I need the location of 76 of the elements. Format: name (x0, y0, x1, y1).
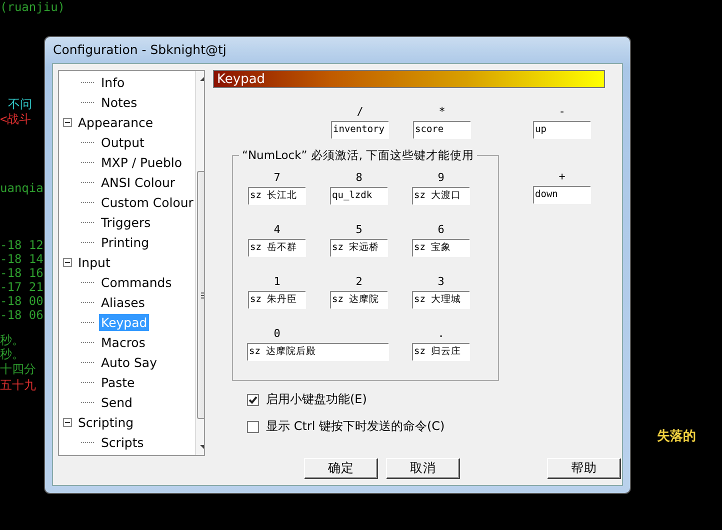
key-label: 3 (438, 274, 444, 290)
terminal-text: uanqia (0, 181, 44, 195)
key-label: 7 (274, 170, 280, 186)
command-field[interactable]: up (533, 121, 591, 139)
terminal-text: 五十九 (0, 377, 36, 394)
command-field[interactable]: sz 岳不群 (248, 239, 306, 257)
tree-item[interactable]: Auto Say (99, 354, 159, 370)
tree-item[interactable]: Commands (99, 274, 174, 290)
tree-item[interactable]: Info (99, 74, 127, 90)
collapse-icon[interactable] (63, 258, 72, 266)
command-field[interactable]: qu_lzdk (330, 187, 388, 205)
tree-item[interactable]: Printing (99, 234, 152, 250)
key-label: 0 (272, 326, 282, 342)
tree-item[interactable]: MXP / Pueblo (99, 154, 184, 170)
key-label: + (558, 169, 566, 185)
tree-item[interactable]: Paste (99, 374, 137, 390)
key-label: 2 (356, 274, 362, 290)
collapse-icon[interactable] (63, 418, 72, 426)
command-field[interactable]: sz 达摩院 (330, 291, 388, 309)
command-field[interactable]: sz 朱丹臣 (248, 291, 306, 309)
key-label: * (438, 104, 446, 120)
checkbox[interactable] (247, 394, 259, 406)
terminal-text: -17 21 (0, 280, 44, 294)
checkbox[interactable] (247, 420, 259, 432)
terminal-text: (ruanjiu) (0, 0, 66, 14)
command-field[interactable]: inventory (331, 121, 389, 139)
key-label: 1 (274, 274, 280, 290)
tree-item[interactable]: Scripts (99, 434, 146, 450)
window-title: Configuration - Sbknight@tj (52, 41, 228, 59)
terminal-text: -18 00 (0, 294, 44, 308)
terminal-text: 十四分 (0, 361, 36, 378)
tree-item[interactable]: ANSI Colour (99, 174, 178, 190)
tree-item[interactable]: Scripting (76, 414, 136, 430)
key-label: 4 (274, 222, 280, 238)
panel-header: Keypad (213, 70, 605, 88)
tree-item[interactable]: Macros (99, 334, 148, 350)
terminal-text: 不问 (8, 96, 32, 113)
terminal-text: 秒。 (0, 332, 24, 348)
key-label: 5 (356, 222, 362, 238)
dialog-button[interactable]: 确定 (304, 458, 378, 479)
dialog-button[interactable]: 取消 (386, 458, 460, 479)
key-label: 9 (438, 170, 444, 186)
key-label: 6 (438, 222, 444, 238)
tree-item[interactable]: Notes (99, 94, 140, 110)
terminal-text: 失落的 (657, 428, 696, 445)
tree-item[interactable]: Send (99, 394, 134, 410)
command-field[interactable]: sz 达摩院后殿 (247, 343, 389, 361)
command-field[interactable]: down (533, 186, 591, 204)
checkbox-label[interactable]: 启用小键盘功能(E) (266, 391, 367, 408)
tree-item[interactable]: Aliases (99, 294, 147, 310)
tree-item[interactable]: Triggers (99, 214, 153, 230)
terminal-text: -18 06 (0, 308, 44, 322)
terminal-text: -18 16 (0, 266, 44, 280)
key-label: 8 (356, 170, 362, 186)
command-field[interactable]: sz 归云庄 (412, 343, 470, 361)
command-field[interactable]: sz 大渡口 (412, 187, 470, 205)
tree-item[interactable]: Custom Colour (99, 194, 196, 210)
key-label: . (438, 326, 444, 342)
command-field[interactable]: sz 宋远桥 (330, 239, 388, 257)
dialog-button[interactable]: 帮助 (547, 458, 621, 479)
key-label: / (356, 104, 364, 120)
checkbox-label[interactable]: 显示 Ctrl 键按下时发送的命令(C) (266, 418, 445, 435)
terminal-text: 秒。 (0, 346, 24, 363)
group-title: “NumLock” 必须激活, 下面这些键才能使用 (239, 148, 478, 163)
tree-item[interactable]: Input (76, 254, 112, 270)
terminal-text: -18 12 (0, 238, 44, 252)
command-field[interactable]: score (413, 121, 471, 139)
command-field[interactable]: sz 长江北 (248, 187, 306, 205)
key-label: - (558, 104, 566, 120)
terminal-text: -18 14 (0, 252, 44, 266)
command-field[interactable]: sz 宝象 (412, 239, 470, 257)
tree-item[interactable]: Output (99, 134, 146, 150)
tree-item[interactable]: Appearance (76, 114, 156, 130)
collapse-icon[interactable] (63, 118, 72, 126)
terminal-text: <战斗 (0, 111, 32, 128)
command-field[interactable]: sz 大理城 (412, 291, 470, 309)
